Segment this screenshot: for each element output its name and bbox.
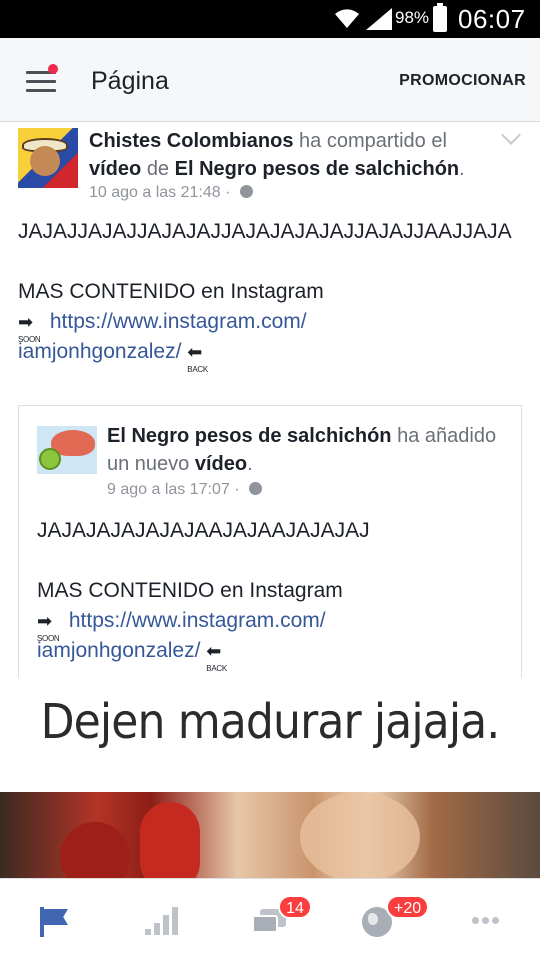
back-arrow-icon: ⬅ BACK [206,641,227,673]
shared-action: ha añadido [397,425,497,447]
video-thumbnail[interactable] [0,792,540,878]
globe-icon [249,482,262,495]
shared-laugh-text: JAJAJAJAJAJAJAAJAJAAJAJAJAJ [37,519,370,542]
menu-icon[interactable] [26,64,58,93]
shared-author-avatar[interactable] [37,426,97,474]
source-page-link[interactable]: El Negro pesos de salchichón [175,158,460,180]
shared-author-name[interactable]: El Negro pesos de salchichón [107,425,392,447]
video-caption-area[interactable]: Dejen madurar jajaja. [0,678,540,792]
notifications-badge: +20 [386,895,430,919]
post-header: Chistes Colombianos ha compartido el víd… [89,127,489,183]
globe-icon [239,185,253,198]
more-content-text: MAS CONTENIDO en Instagram [18,280,324,303]
promote-button[interactable]: PROMOCIONAR [399,72,526,90]
status-bar: 98% 06:07 [0,0,540,38]
shared-post-date[interactable]: 9 ago a las 17:07 [107,481,230,498]
tab-messages[interactable]: 14 [216,879,324,961]
video-caption: Dejen madurar jajaja. [40,694,501,750]
shared-instagram-link-cont[interactable]: iamjonhgonzalez/ [37,639,200,662]
bottom-tab-bar: 14 +20 [0,878,540,960]
video-link[interactable]: vídeo [89,158,141,180]
flag-icon [40,907,68,937]
of-text: de [146,158,170,180]
shared-action-2: un nuevo [107,453,190,475]
shared-video-link[interactable]: vídeo [195,453,247,475]
instagram-link[interactable]: https://www.instagram.com/ [50,310,307,333]
soon-arrow-icon: ➡ SOON [18,312,41,344]
post: Chistes Colombianos ha compartido el víd… [0,122,540,683]
tab-more[interactable] [432,879,540,961]
post-meta: 10 ago a las 21:48 · [89,184,253,202]
author-avatar[interactable] [18,128,78,188]
laugh-text: JAJAJJAJAJJAJAJAJJAJAJAJAJAJJAJAJJAAJJAJ… [18,220,512,243]
shared-separator: · [234,481,240,498]
wifi-icon [335,9,359,28]
tab-page[interactable] [0,879,108,961]
post-body: JAJAJJAJAJJAJAJAJJAJAJAJAJAJJAJAJJAAJJAJ… [18,217,523,374]
app-bar: Página PROMOCIONAR [0,38,540,122]
clock: 06:07 [458,4,526,34]
instagram-link-cont[interactable]: iamjonhgonzalez/ [18,340,181,363]
soon-arrow-icon: ➡ SOON [37,611,60,643]
page-title: Página [91,67,169,95]
share-action: ha compartido el [299,130,447,152]
shared-post-meta: 9 ago a las 17:07 · [107,481,262,499]
shared-more-content-text: MAS CONTENIDO en Instagram [37,579,343,602]
period: . [459,158,465,180]
back-arrow-icon: ⬅ BACK [187,342,208,374]
author-name[interactable]: Chistes Colombianos [89,130,293,152]
insights-icon [145,907,179,935]
more-icon [472,917,500,925]
chevron-down-icon[interactable] [501,125,521,145]
shared-post-header: El Negro pesos de salchichón ha añadido … [107,422,507,478]
shared-post-body: JAJAJAJAJAJAJAAJAJAAJAJAJAJ MAS CONTENID… [37,516,517,673]
shared-post-card[interactable]: El Negro pesos de salchichón ha añadido … [18,405,522,683]
notification-dot [48,64,58,74]
tab-notifications[interactable]: +20 [324,879,432,961]
tab-insights[interactable] [108,879,216,961]
shared-instagram-link[interactable]: https://www.instagram.com/ [69,609,326,632]
signal-icon [366,8,392,30]
messages-badge: 14 [278,895,312,919]
shared-period: . [247,453,253,475]
separator: · [225,184,231,201]
post-date[interactable]: 10 ago a las 21:48 [89,184,221,201]
battery-percent: 98% [395,8,430,27]
battery-icon [433,3,447,32]
